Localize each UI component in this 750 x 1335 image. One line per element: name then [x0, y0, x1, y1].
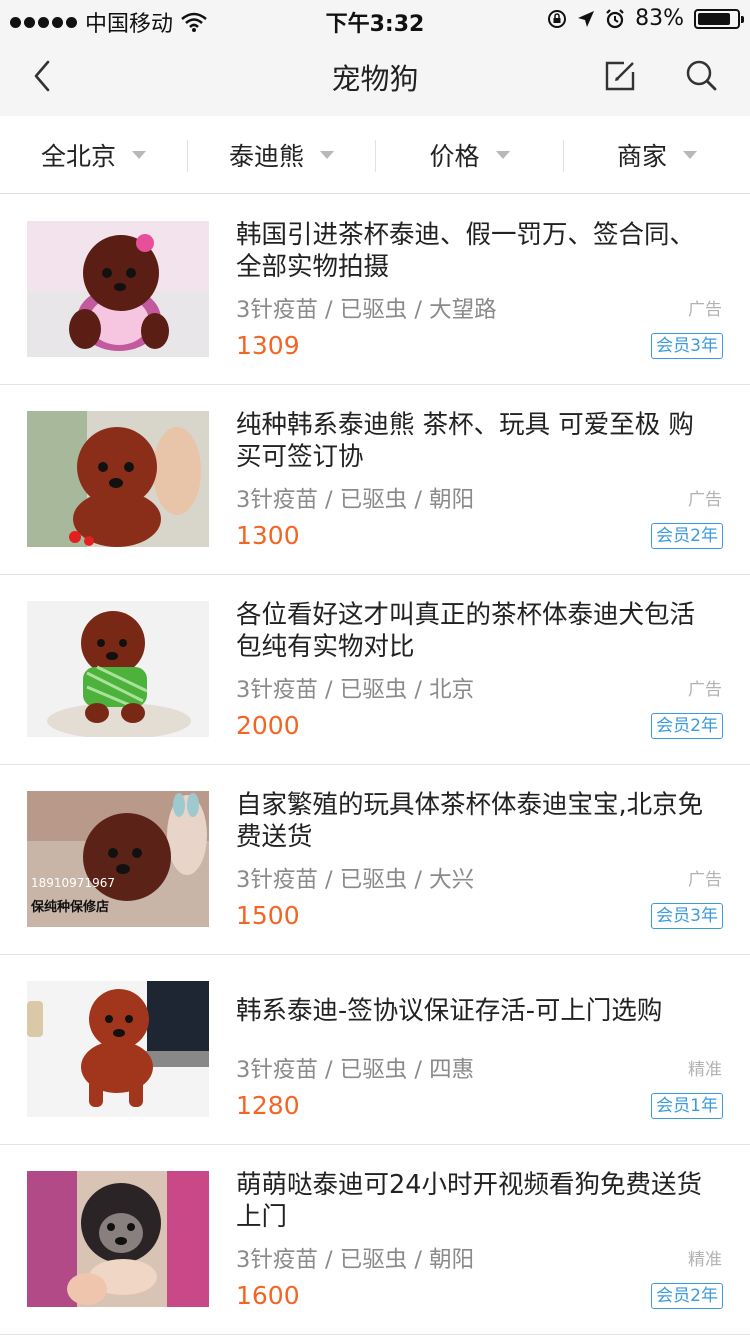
location-icon — [578, 10, 595, 27]
listing-photo — [27, 411, 209, 547]
listing-price: 1280 — [236, 1091, 300, 1120]
member-badge: 会员1年 — [651, 1093, 723, 1119]
listing-item[interactable]: 各位看好这才叫真正的茶杯体泰迪犬包活包纯有实物对比 3针疫苗 / 已驱虫 / 北… — [0, 575, 750, 765]
dropdown-arrow-icon — [132, 150, 146, 159]
listing-title: 韩系泰迪-签协议保证存活-可上门选购 — [236, 996, 663, 1026]
dropdown-arrow-icon — [683, 150, 697, 159]
listing-photo: 18910971967 保纯种保修店 — [27, 791, 209, 927]
member-badge: 会员2年 — [651, 713, 723, 739]
image-watermark-shop: 保纯种保修店 — [30, 899, 109, 915]
listing-title: 各位看好这才叫真正的茶杯体泰迪犬包活包纯有实物对比 — [236, 600, 696, 662]
member-badge: 会员3年 — [651, 333, 723, 359]
filter-region-label: 全北京 — [40, 141, 116, 171]
member-badge: 会员3年 — [651, 903, 723, 929]
orientation-lock-icon — [548, 9, 567, 28]
edit-icon[interactable] — [604, 60, 636, 92]
status-bar: 中国移动 下午3:32 83% — [0, 0, 750, 38]
dropdown-arrow-icon — [320, 150, 334, 159]
listing-photo — [27, 981, 209, 1117]
nav-bar: 宠物狗 — [0, 38, 750, 116]
search-icon[interactable] — [684, 58, 718, 92]
listing-photo — [27, 1171, 209, 1307]
listing-meta: 3针疫苗 / 已驱虫 / 朝阳 — [236, 1247, 475, 1273]
dropdown-arrow-icon — [495, 150, 510, 159]
alarm-icon — [606, 8, 624, 28]
listing-list: 韩国引进茶杯泰迪、假一罚万、签合同、全部实物拍摄 3针疫苗 / 已驱虫 / 大望… — [0, 195, 750, 1335]
ad-tag: 广告 — [688, 680, 722, 700]
ad-tag: 广告 — [688, 490, 722, 510]
listing-title: 自家繁殖的玩具体茶杯体泰迪宝宝,北京免费送货 — [236, 790, 704, 852]
ad-tag: 广告 — [688, 300, 722, 320]
page-title: 宠物狗 — [331, 62, 419, 96]
listing-price: 1300 — [236, 521, 300, 550]
filter-price-label: 价格 — [429, 141, 480, 171]
listing-meta: 3针疫苗 / 已驱虫 / 大望路 — [236, 297, 497, 323]
filter-seller-label: 商家 — [616, 141, 667, 171]
listing-meta: 3针疫苗 / 已驱虫 / 朝阳 — [236, 487, 475, 513]
listing-price: 1600 — [236, 1281, 300, 1310]
listing-meta: 3针疫苗 / 已驱虫 / 四惠 — [236, 1057, 475, 1083]
filter-seller[interactable]: 商家 — [564, 116, 750, 193]
filter-breed-label: 泰迪熊 — [228, 141, 304, 171]
listing-price: 2000 — [236, 711, 300, 740]
ad-tag: 广告 — [688, 870, 722, 890]
listing-price: 1309 — [236, 331, 300, 360]
listing-item[interactable]: 18910971967 保纯种保修店 自家繁殖的玩具体茶杯体泰迪宝宝,北京免费送… — [0, 765, 750, 955]
listing-meta: 3针疫苗 / 已驱虫 / 北京 — [236, 677, 475, 703]
battery-icon — [694, 8, 744, 29]
listing-title: 萌萌哒泰迪可24小时开视频看狗免费送货上门 — [236, 1170, 702, 1232]
filter-bar: 全北京 泰迪熊 价格 商家 — [0, 116, 750, 194]
listing-title: 韩国引进茶杯泰迪、假一罚万、签合同、全部实物拍摄 — [236, 220, 696, 282]
ad-tag: 精准 — [688, 1060, 722, 1080]
listing-item[interactable]: 韩国引进茶杯泰迪、假一罚万、签合同、全部实物拍摄 3针疫苗 / 已驱虫 / 大望… — [0, 195, 750, 385]
image-watermark-phone: 18910971967 — [31, 876, 115, 890]
listing-item[interactable]: 纯种韩系泰迪熊 茶杯、玩具 可爱至极 购买可签订协 3针疫苗 / 已驱虫 / 朝… — [0, 385, 750, 575]
status-right: 83% — [547, 6, 744, 31]
member-badge: 会员2年 — [651, 1283, 723, 1309]
listing-price: 1500 — [236, 901, 300, 930]
filter-price[interactable]: 价格 — [376, 116, 563, 193]
ad-tag: 精准 — [688, 1250, 722, 1270]
listing-photo — [27, 221, 209, 357]
listing-title: 纯种韩系泰迪熊 茶杯、玩具 可爱至极 购买可签订协 — [236, 410, 694, 472]
filter-breed[interactable]: 泰迪熊 — [188, 116, 375, 193]
listing-item[interactable]: 韩系泰迪-签协议保证存活-可上门选购 3针疫苗 / 已驱虫 / 四惠 1280 … — [0, 955, 750, 1145]
listing-meta: 3针疫苗 / 已驱虫 / 大兴 — [236, 867, 475, 893]
battery-percent: 83% — [635, 6, 684, 31]
filter-region[interactable]: 全北京 — [0, 116, 187, 193]
member-badge: 会员2年 — [651, 523, 723, 549]
listing-photo — [27, 601, 209, 737]
listing-item[interactable]: 萌萌哒泰迪可24小时开视频看狗免费送货上门 3针疫苗 / 已驱虫 / 朝阳 16… — [0, 1145, 750, 1335]
